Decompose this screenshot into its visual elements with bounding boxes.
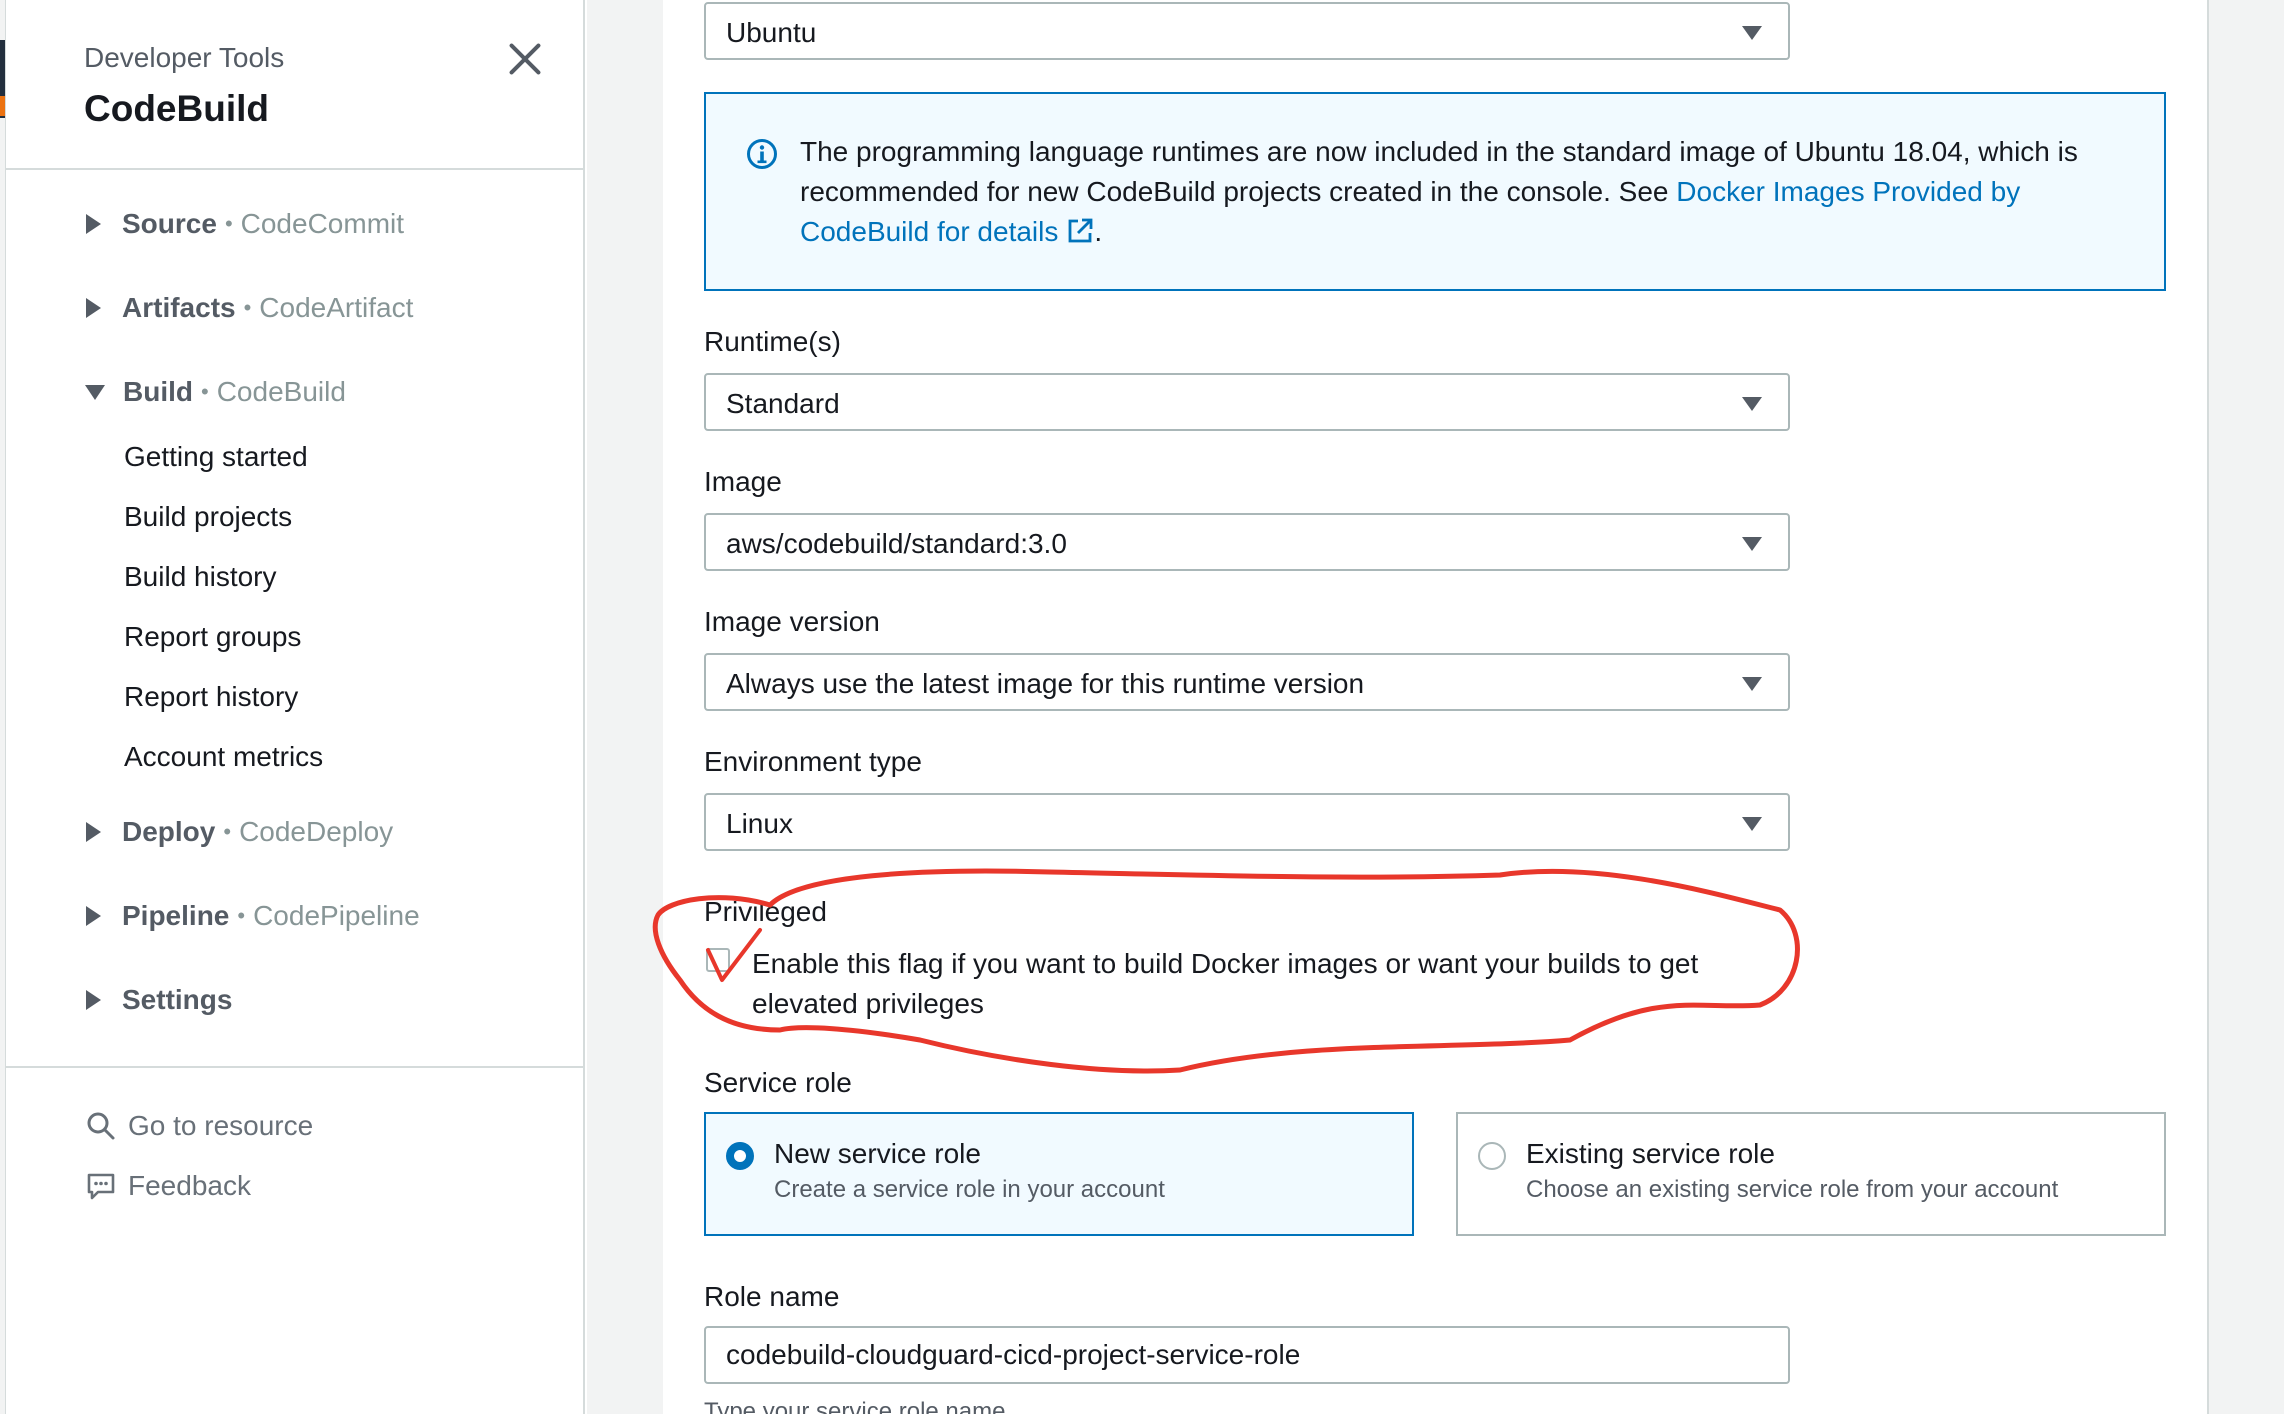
sidebar-title: CodeBuild [84,88,269,129]
service-role-label: Service role [704,1067,852,1098]
role-name-input[interactable] [704,1326,1790,1384]
separator-dot: • [223,819,232,844]
image-version-label: Image version [704,606,880,637]
sidebar-group-build[interactable]: Build • CodeBuild [85,376,346,408]
go-to-resource-link[interactable]: Go to resource [86,1110,313,1142]
sidebar-group-source[interactable]: Source • CodeCommit [86,208,404,240]
separator-dot: • [201,379,209,404]
sidebar-group-deploy[interactable]: Deploy • CodeDeploy [86,816,393,848]
role-name-label: Role name [704,1281,840,1312]
caret-right-icon [86,298,101,318]
privileged-checkbox[interactable] [706,948,730,972]
sidebar-divider [6,1066,583,1068]
feedback-icon [87,1173,115,1200]
chevron-down-icon [1742,26,1762,40]
feedback-link[interactable]: Feedback [86,1170,251,1202]
image-value: aws/codebuild/standard:3.0 [726,528,1067,559]
close-icon[interactable] [506,40,544,78]
radio-selected[interactable] [726,1142,754,1170]
sidebar-group-service: CodeCommit [240,208,405,239]
new-service-role-option[interactable]: New service role Create a service role i… [704,1112,1414,1236]
sidebar-item-getting-started[interactable]: Getting started [124,441,308,473]
search-icon [87,1112,115,1140]
sidebar-group-service: CodeDeploy [239,816,394,847]
existing-service-role-desc: Choose an existing service role from you… [1526,1176,2059,1203]
sidebar-super-title: Developer Tools [84,42,285,73]
sidebar-group-label: Build [123,376,193,407]
role-name-hint: Type your service role name [704,1398,1006,1414]
sidebar-group-label: Deploy [122,816,216,847]
sidebar-group-label: Source [122,208,217,239]
image-version-value: Always use the latest image for this run… [726,668,1365,699]
runtime-info-alert: The programming language runtimes are no… [704,92,2166,291]
sidebar-item-build-history[interactable]: Build history [124,561,277,593]
caret-right-icon [86,214,101,234]
caret-right-icon [86,906,101,926]
privileged-description: Enable this flag if you want to build Do… [752,948,1699,1019]
sidebar-item-account-metrics[interactable]: Account metrics [124,741,323,773]
chevron-down-icon [1742,817,1762,831]
runtime-label: Runtime(s) [704,326,841,357]
sidebar-group-label: Artifacts [122,292,236,323]
info-icon [747,139,777,169]
sidebar-group-service: CodeBuild [216,376,346,407]
runtime-value: Standard [726,388,840,419]
environment-type-value: Linux [726,808,793,839]
image-label: Image [704,466,782,497]
separator-dot: • [237,903,246,928]
sidebar-group-label: Pipeline [122,900,230,931]
info-end: . [1094,216,1103,247]
radio-unselected[interactable] [1478,1142,1506,1170]
edge-mark-accent [0,96,5,116]
privileged-label: Privileged [704,896,827,927]
chevron-down-icon [1742,677,1762,691]
image-version-select[interactable]: Always use the latest image for this run… [704,653,1790,711]
sidebar-item-report-groups[interactable]: Report groups [124,621,301,653]
sidebar-item-report-history[interactable]: Report history [124,681,298,713]
info-message: The programming language runtimes are no… [800,132,2150,252]
sidebar-group-service: CodeArtifact [259,292,414,323]
environment-type-select[interactable]: Linux [704,793,1790,851]
existing-service-role-option[interactable]: Existing service role Choose an existing… [1456,1112,2166,1236]
new-service-role-title: New service role [774,1138,981,1169]
new-service-role-desc: Create a service role in your account [774,1176,1165,1203]
sidebar-item-build-projects[interactable]: Build projects [124,501,292,533]
external-link-icon [1068,218,1093,243]
right-gutter [2209,0,2284,1414]
caret-right-icon [86,822,101,842]
sidebar-group-label: Settings [122,984,233,1015]
image-select[interactable]: aws/codebuild/standard:3.0 [704,513,1790,571]
left-gutter [587,0,663,1414]
sidebar-group-settings[interactable]: Settings [86,984,232,1016]
go-to-resource-label: Go to resource [128,1110,314,1141]
caret-down-icon [85,384,105,400]
operating-system-select[interactable]: Ubuntu [704,2,1790,60]
chevron-down-icon [1742,397,1762,411]
sidebar-group-pipeline[interactable]: Pipeline • CodePipeline [86,900,420,932]
separator-dot: • [224,211,233,236]
separator-dot: • [243,295,252,320]
sidebar: Developer Tools CodeBuild Source • CodeC… [6,0,585,1414]
chevron-down-icon [1742,537,1762,551]
environment-type-label: Environment type [704,746,922,777]
caret-right-icon [86,990,101,1010]
sidebar-header: Developer Tools CodeBuild [6,0,583,170]
runtime-select[interactable]: Standard [704,373,1790,431]
feedback-label: Feedback [128,1170,251,1201]
operating-system-value: Ubuntu [726,17,817,48]
existing-service-role-title: Existing service role [1526,1138,1775,1169]
sidebar-group-artifacts[interactable]: Artifacts • CodeArtifact [86,292,413,324]
sidebar-group-service: CodePipeline [253,900,420,931]
